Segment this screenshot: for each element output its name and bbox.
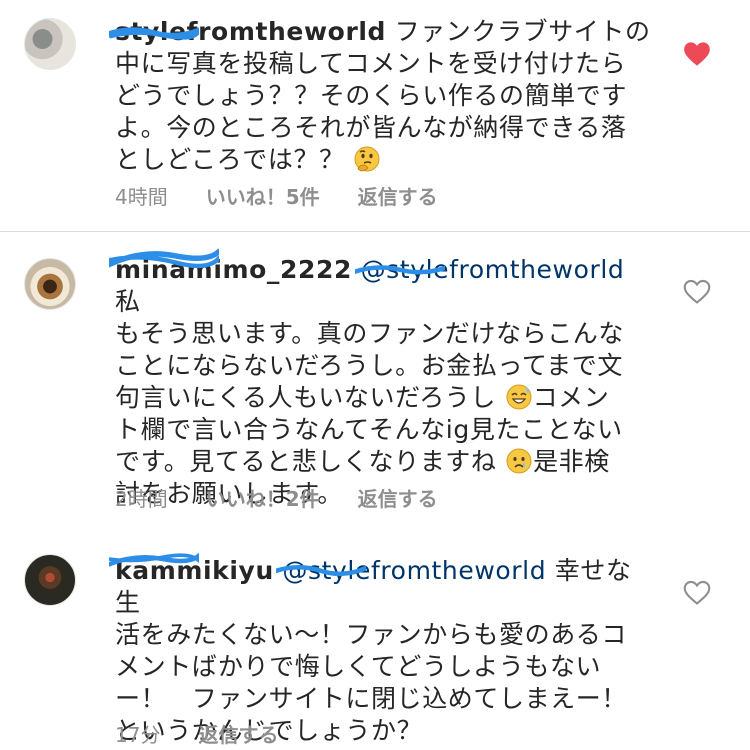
reply-button[interactable]: 返信する [198, 719, 278, 748]
reply-button[interactable]: 返信する [358, 483, 438, 512]
username[interactable]: stylefromtheworld [109, 17, 386, 46]
heart-outline-icon[interactable] [683, 279, 711, 305]
likes-count-link[interactable]: いいね！2件 [206, 483, 320, 512]
avatar[interactable] [24, 554, 76, 606]
timestamp: 17分 [115, 723, 161, 747]
comment-text: stylefromtheworld ファンクラブサイトの 中に写真を投稿してコメ… [109, 16, 655, 176]
username[interactable]: minamimo_2222 [109, 248, 352, 284]
heart-outline-icon[interactable] [683, 580, 711, 606]
sweat-smile-emoji [506, 384, 532, 410]
crying-face-emoji [506, 448, 532, 474]
timestamp: 4時間 [115, 185, 168, 209]
mention-link[interactable]: @stylefromtheworld [354, 255, 625, 284]
comment-text: minamimo_2222 @stylefromtheworld 私 もそう思い… [109, 248, 655, 510]
username[interactable]: kammikiyu [109, 553, 274, 585]
comment-meta: 17分 返信する [115, 719, 278, 748]
likes-count-link[interactable]: いいね！5件 [206, 181, 320, 210]
thinking-face-emoji [354, 146, 380, 172]
avatar[interactable] [24, 18, 76, 70]
timestamp: 2時間 [115, 487, 168, 511]
divider [0, 231, 750, 232]
reply-button[interactable]: 返信する [358, 181, 438, 210]
avatar[interactable] [24, 258, 76, 310]
comment-meta: 4時間 いいね！5件 返信する [115, 181, 438, 210]
mention-link[interactable]: @stylefromtheworld [276, 556, 546, 585]
heart-icon[interactable] [683, 41, 711, 67]
comment-meta: 2時間 いいね！2件 返信する [115, 483, 438, 512]
